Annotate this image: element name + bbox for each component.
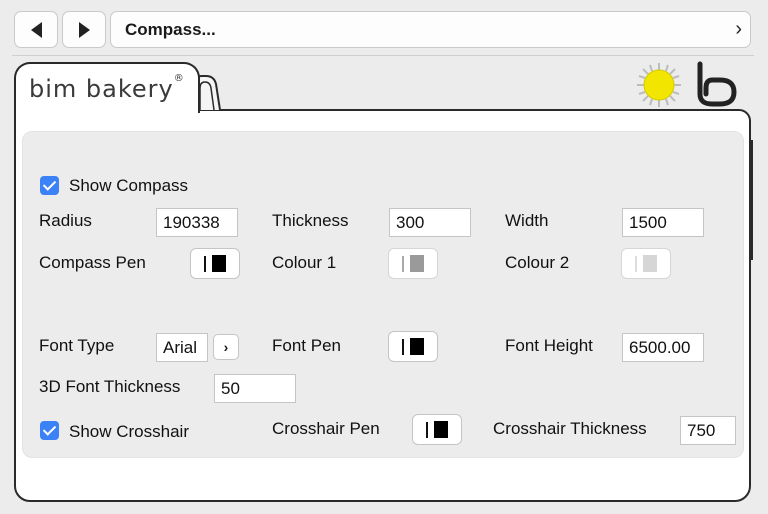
path-bar[interactable]: Compass... › [110, 11, 751, 48]
font-type-field[interactable]: Arial [156, 333, 208, 362]
divider [12, 55, 754, 56]
path-title: Compass... [125, 19, 216, 39]
back-button[interactable] [14, 11, 58, 48]
thickness-field[interactable]: 300 [389, 208, 471, 237]
crosshair-thickness-label: Crosshair Thickness [493, 419, 647, 438]
chevron-right-icon: › [223, 339, 229, 355]
crosshair-pen-button[interactable] [412, 414, 462, 445]
chevron-right-icon: › [735, 18, 742, 40]
font-type-chevron-button[interactable]: › [213, 334, 239, 360]
tab-joint [16, 108, 198, 113]
crosshair-pen-label: Crosshair Pen [272, 419, 380, 438]
forward-button[interactable] [62, 11, 106, 48]
radius-field[interactable]: 190338 [156, 208, 238, 237]
compass-pen-button[interactable] [190, 248, 240, 279]
pen-swatch [410, 338, 424, 355]
font-pen-button[interactable] [388, 331, 438, 362]
compass-pen-label: Compass Pen [39, 253, 146, 272]
bim-bakery-b-logo-icon [697, 61, 737, 107]
colour-2-button[interactable] [621, 248, 671, 279]
crosshair-thickness-field[interactable]: 750 [680, 416, 736, 445]
compass-settings-form: Show Compass Radius 190338 Thickness 300… [22, 131, 744, 458]
colour-swatch [410, 255, 424, 272]
show-crosshair-checkbox[interactable] [40, 421, 59, 440]
font-thickness-3d-label: 3D Font Thickness [39, 377, 181, 396]
width-label: Width [505, 211, 549, 230]
colour-2-label: Colour 2 [505, 253, 570, 272]
show-compass-checkbox[interactable] [40, 176, 59, 195]
font-pen-label: Font Pen [272, 336, 341, 355]
colour-swatch [643, 255, 657, 272]
bim-bakery-tab[interactable]: bim bakery® [14, 62, 200, 113]
font-height-field[interactable]: 6500.00 [622, 333, 704, 362]
show-compass-label: Show Compass [69, 176, 189, 195]
pen-line-icon [402, 338, 404, 355]
pen-line-icon [635, 255, 637, 272]
radius-label: Radius [39, 211, 92, 230]
font-type-label: Font Type [39, 336, 115, 355]
arrow-right-icon [78, 21, 90, 38]
pen-line-icon [426, 421, 428, 438]
font-height-label: Font Height [505, 336, 593, 355]
show-crosshair-label: Show Crosshair [69, 422, 189, 441]
pen-swatch [212, 255, 226, 272]
colour-1-button[interactable] [388, 248, 438, 279]
panel-edge [750, 140, 753, 260]
brand-logo-text: bim bakery® [29, 72, 185, 103]
width-field[interactable]: 1500 [622, 208, 704, 237]
font-thickness-3d-field[interactable]: 50 [214, 374, 296, 403]
thickness-label: Thickness [272, 211, 349, 230]
pen-line-icon [402, 255, 404, 272]
pen-swatch [434, 421, 448, 438]
sun-icon [637, 63, 681, 107]
pen-line-icon [204, 255, 206, 272]
arrow-left-icon [30, 21, 42, 38]
colour-1-label: Colour 1 [272, 253, 337, 272]
